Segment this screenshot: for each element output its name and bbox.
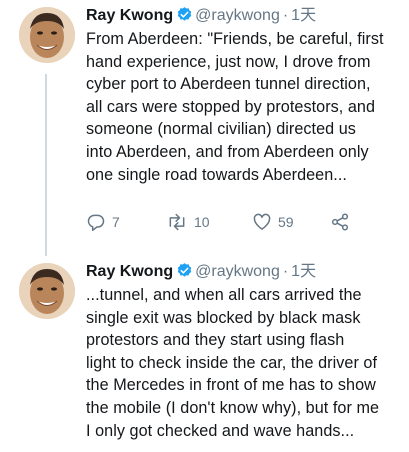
separator-dot: · [282,7,289,24]
author-name[interactable]: Ray Kwong [86,7,173,24]
tweet-text: From Aberdeen: "Friends, be careful, fir… [86,30,384,184]
retweet-icon [166,212,188,232]
tweet[interactable]: Ray Kwong @raykwong · 1天 From Aberdeen: "Fr… [0,0,409,256]
like-count: 59 [278,214,294,230]
tweet-timestamp[interactable]: 1天 [291,263,316,280]
author-handle[interactable]: @raykwong [195,7,280,24]
retweet-button[interactable]: 10 [166,212,252,232]
reply-count: 7 [112,214,120,230]
verified-badge-icon [176,262,193,285]
like-button[interactable]: 59 [252,212,330,232]
share-button[interactable] [330,212,350,232]
tweet[interactable]: Ray Kwong @raykwong · 1天 ...tunnel, and whe… [0,256,409,452]
separator-dot: · [282,263,289,280]
retweet-count: 10 [194,214,210,230]
tweet-header: Ray Kwong @raykwong · 1天 [86,6,401,26]
verified-badge-icon [176,6,193,29]
heart-icon [252,212,272,232]
tweet-timestamp[interactable]: 1天 [291,7,316,24]
avatar[interactable] [19,7,75,63]
tweet-actions: 7 10 59 [86,209,350,235]
author-name[interactable]: Ray Kwong [86,263,173,280]
author-handle[interactable]: @raykwong [195,263,280,280]
tweet-header: Ray Kwong @raykwong · 1天 [86,262,401,282]
reply-icon [86,212,106,232]
share-icon [330,212,350,232]
avatar[interactable] [19,263,75,319]
reply-button[interactable]: 7 [86,212,166,232]
tweet-text: ...tunnel, and when all cars arrived the… [86,286,380,440]
